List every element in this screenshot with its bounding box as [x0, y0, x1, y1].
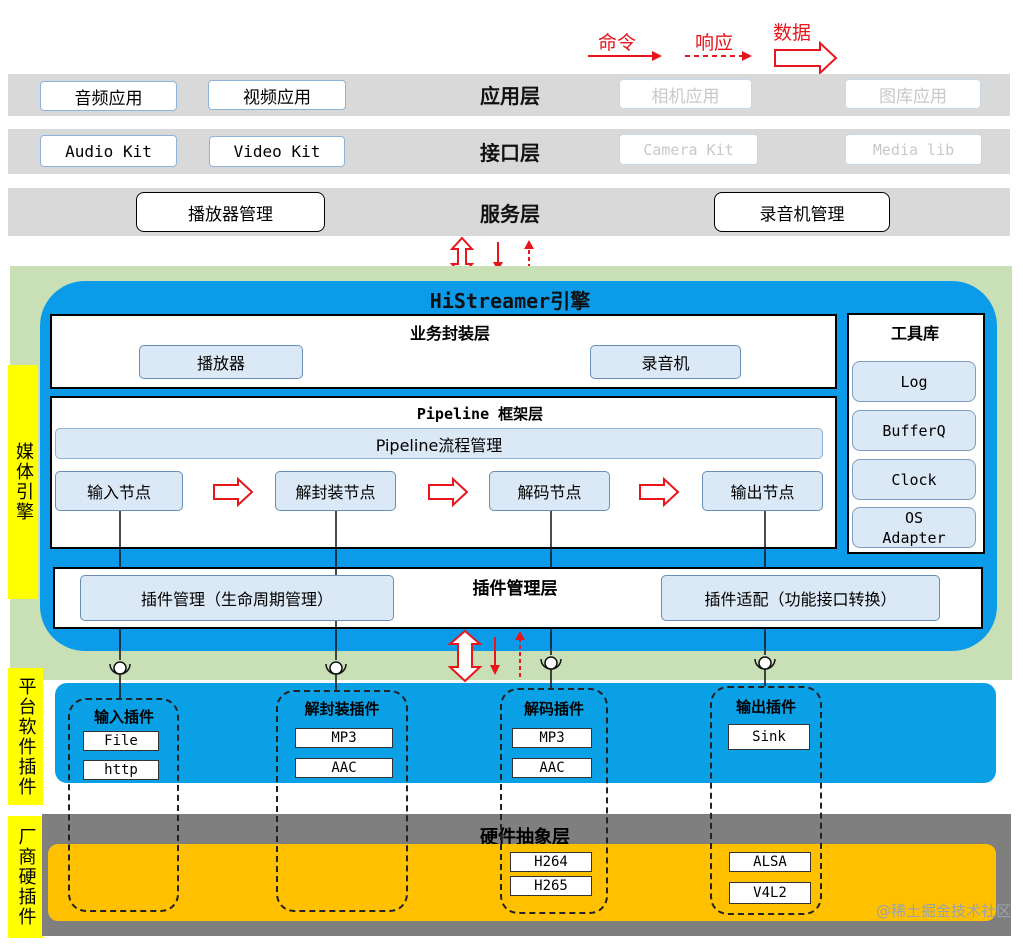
output-plugin-group [710, 686, 822, 915]
http-plugin-box: http [83, 760, 159, 780]
aac-demux-plugin-box: AAC [295, 758, 393, 778]
input-plugin-socket-icon [109, 629, 131, 698]
h265-hw-box: H265 [510, 876, 592, 896]
watermark: @稀土掘金技术社区 [875, 902, 1011, 920]
v4l2-hw-box: V4L2 [729, 882, 811, 904]
decode-plugin-title: 解码插件 [523, 700, 584, 718]
demux-plugin-title: 解封装插件 [304, 700, 380, 718]
h264-hw-box: H264 [510, 852, 592, 872]
aac-decode-plugin-box: AAC [512, 758, 592, 778]
demux-plugin-group [276, 690, 408, 912]
mp3-demux-plugin-box: MP3 [295, 728, 393, 748]
mp3-decode-plugin-box: MP3 [512, 728, 592, 748]
file-plugin-box: File [83, 731, 159, 751]
sink-plugin-box: Sink [728, 724, 810, 750]
alsa-hw-box: ALSA [729, 852, 811, 872]
decode-plugin-socket-icon [540, 629, 562, 688]
output-plugin-socket-icon [754, 629, 776, 686]
output-plugin-title: 输出插件 [735, 698, 796, 716]
input-plugin-title: 输入插件 [93, 708, 154, 726]
demux-plugin-socket-icon [325, 621, 347, 690]
